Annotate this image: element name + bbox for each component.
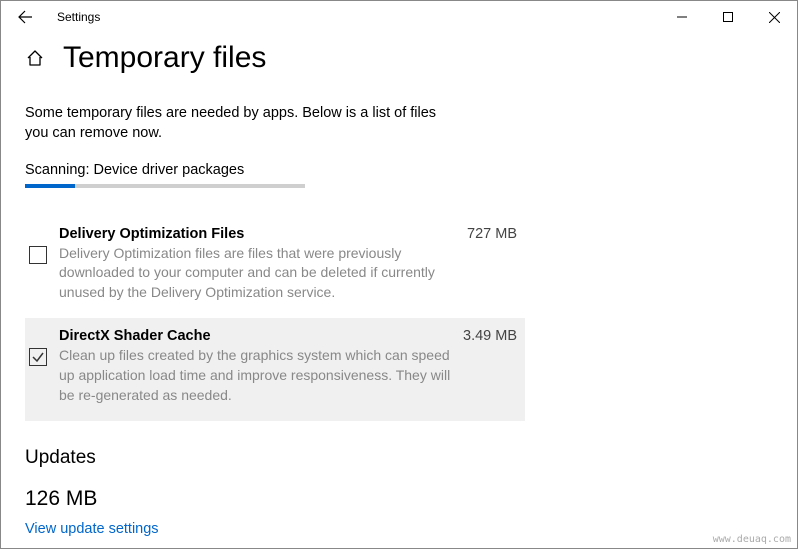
page-title: Temporary files [63, 41, 266, 75]
maximize-icon [723, 12, 733, 22]
checkbox-delivery-optimization[interactable] [29, 246, 47, 264]
item-body: Delivery Optimization Files 727 MB Deliv… [59, 226, 517, 303]
intro-text: Some temporary files are needed by apps.… [25, 103, 445, 144]
content: Temporary files Some temporary files are… [1, 33, 797, 537]
item-title: DirectX Shader Cache [59, 328, 211, 344]
minimize-icon [677, 12, 687, 22]
item-head: Delivery Optimization Files 727 MB [59, 226, 517, 242]
scanning-status: Scanning: Device driver packages [25, 162, 773, 178]
updates-size: 126 MB [25, 487, 773, 511]
item-head: DirectX Shader Cache 3.49 MB [59, 328, 517, 344]
close-button[interactable] [751, 1, 797, 33]
titlebar: Settings [1, 1, 797, 33]
window-title: Settings [57, 10, 100, 24]
close-icon [769, 12, 780, 23]
updates-heading: Updates [25, 447, 773, 469]
item-title: Delivery Optimization Files [59, 226, 244, 242]
item-desc: Delivery Optimization files are files th… [59, 244, 459, 303]
watermark: www.deuaq.com [713, 534, 791, 545]
minimize-button[interactable] [659, 1, 705, 33]
progress-bar [25, 184, 305, 188]
item-size: 727 MB [467, 226, 517, 242]
item-size: 3.49 MB [463, 328, 517, 344]
back-button[interactable] [13, 5, 37, 29]
item-body: DirectX Shader Cache 3.49 MB Clean up fi… [59, 328, 517, 405]
window-controls [659, 1, 797, 33]
home-icon [26, 49, 44, 67]
file-item[interactable]: DirectX Shader Cache 3.49 MB Clean up fi… [25, 318, 525, 421]
home-button[interactable] [25, 48, 45, 68]
page-header: Temporary files [25, 41, 773, 75]
checkmark-icon [31, 350, 45, 364]
file-item[interactable]: Delivery Optimization Files 727 MB Deliv… [25, 216, 525, 319]
view-update-settings-link[interactable]: View update settings [25, 521, 773, 537]
checkbox-directx-shader[interactable] [29, 348, 47, 366]
maximize-button[interactable] [705, 1, 751, 33]
progress-fill [25, 184, 75, 188]
arrow-left-icon [17, 9, 33, 25]
item-desc: Clean up files created by the graphics s… [59, 346, 459, 405]
